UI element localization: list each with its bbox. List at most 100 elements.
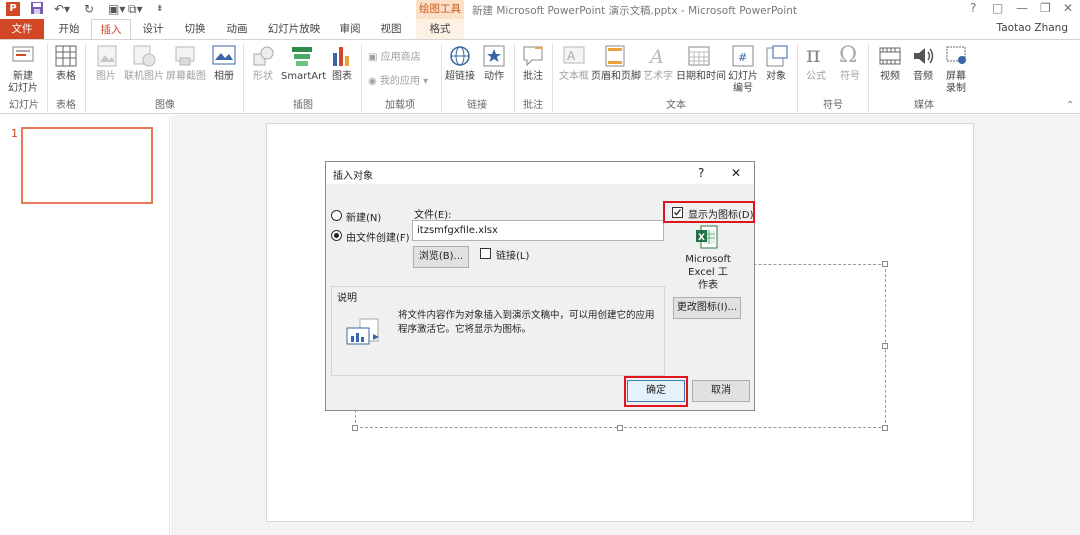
dialog-close-icon[interactable]: ✕ [731,166,741,180]
dialog-title-bar [326,162,754,184]
smartart-button[interactable]: SmartArt [281,71,326,83]
radio-create-new[interactable] [331,210,342,221]
screen-recording-button[interactable]: 屏幕 录制 [942,71,970,95]
resize-handle[interactable] [882,261,888,267]
file-label: 文件(E): [414,210,452,221]
table-icon [55,45,77,70]
group-divider [47,44,48,112]
redo-icon[interactable]: ↻ [84,1,94,17]
user-name[interactable]: Taotao Zhang [997,22,1068,34]
customize-qat-icon[interactable]: ⧉▾ [128,1,143,17]
save-icon[interactable] [30,1,44,17]
change-icon-button[interactable]: 更改图标(I)... [673,297,741,319]
store-button[interactable]: ▣ 应用商店 [368,52,430,64]
group-tables-label: 表格 [56,100,76,111]
ribbon-insert: 新建 幻灯片 幻灯片 表格 表格 图片 联机图片 屏幕截图 相册 图像 形状 S… [0,39,1080,114]
excel-file-icon: X [696,225,718,252]
file-path-input[interactable]: itzsmfgxfile.xlsx [412,220,664,241]
group-illustrations-label: 插图 [293,100,313,111]
resize-handle[interactable] [352,425,358,431]
group-divider [85,44,86,112]
ok-button[interactable]: 确定 [627,380,685,402]
resize-handle[interactable] [882,343,888,349]
textbox-icon: A [563,45,585,70]
collapse-ribbon-icon[interactable]: ⌃ [1066,100,1074,111]
undo-icon[interactable]: ↶▾ [54,1,70,17]
resize-handle[interactable] [617,425,623,431]
picture-button[interactable]: 图片 [92,71,120,83]
link-checkbox[interactable] [480,248,491,259]
online-picture-button[interactable]: 联机图片 [123,71,165,83]
more-icon[interactable]: ⇟ [156,1,164,17]
screenshot-button[interactable]: 屏幕截图 [166,71,206,83]
group-divider [868,44,869,112]
tab-review[interactable]: 审阅 [333,19,367,39]
display-as-icon-checkbox[interactable] [672,207,683,218]
tab-animations[interactable]: 动画 [219,19,255,39]
action-button[interactable]: 动作 [480,71,508,83]
audio-button[interactable]: 音频 [909,71,937,83]
tab-slide-show[interactable]: 幻灯片放映 [262,19,326,39]
object-button[interactable]: 对象 [762,71,790,83]
symbol-icon: Ω [839,43,858,68]
datetime-icon [688,45,710,70]
browse-button[interactable]: 浏览(B)... [413,246,469,268]
new-slide-button[interactable]: 新建 幻灯片 [6,71,40,95]
screen-recording-icon [946,45,968,70]
dialog-help-icon[interactable]: ? [698,166,704,180]
radio-create-from-file-label: 由文件创建(F) [346,233,410,244]
header-footer-button[interactable]: 页眉和页脚 [591,71,641,83]
tab-file[interactable]: 文件 [0,19,44,39]
object-icon [766,45,788,70]
my-apps-button[interactable]: ◉ 我的应用 ▾ [368,76,438,88]
close-window-icon[interactable]: ✕ [1063,1,1073,15]
action-icon [483,45,505,70]
description-text: 将文件内容作为对象插入到演示文稿中，可以用创建它的应用程序激活它。它将显示为图标… [398,310,655,335]
resize-handle[interactable] [882,425,888,431]
new-slide-icon [12,45,34,72]
link-checkbox-label: 链接(L) [496,251,530,262]
chart-button[interactable]: 图表 [328,71,356,83]
icon-caption: Microsoft Excel 工 作表 [685,254,731,291]
help-icon[interactable]: ? [970,1,976,15]
svg-text:A: A [648,46,664,67]
radio-create-from-file[interactable] [331,230,342,241]
slide-number: 1 [11,127,18,140]
display-as-icon-label: 显示为图标(D) [688,210,754,221]
minimize-icon[interactable]: — [1016,1,1028,15]
cancel-button[interactable]: 取消 [692,380,750,402]
tab-design[interactable]: 设计 [135,19,171,39]
hyperlink-button[interactable]: 超链接 [444,71,476,83]
textbox-button[interactable]: 文本框 [558,71,590,83]
comment-icon [522,45,544,70]
comment-button[interactable]: 批注 [518,71,548,83]
group-divider [243,44,244,112]
wordart-icon: A [648,45,668,70]
datetime-button[interactable]: 日期和时间 [676,71,726,83]
equation-button[interactable]: 公式 [802,71,830,83]
ribbon-display-options-icon[interactable]: □ [992,1,1003,15]
wordart-button[interactable]: 艺术字 [642,71,674,83]
tab-format[interactable]: 格式 [416,19,464,39]
tab-insert[interactable]: 插入 [91,19,131,40]
video-button[interactable]: 视频 [876,71,904,83]
from-beginning-icon[interactable]: ▣▾ [108,1,125,17]
group-addins-label: 加载项 [385,100,415,111]
tab-transitions[interactable]: 切换 [177,19,213,39]
hyperlink-icon [449,45,471,70]
photo-album-button[interactable]: 相册 [210,71,238,83]
slide-number-button[interactable]: 幻灯片 编号 [726,71,760,95]
restore-icon[interactable]: ❐ [1040,1,1051,15]
screenshot-icon [174,45,198,70]
slide-thumbnail[interactable] [21,127,153,204]
window-title: 新建 Microsoft PowerPoint 演示文稿.pptx - Micr… [472,5,798,17]
svg-text:#: # [738,51,747,64]
tab-home[interactable]: 开始 [50,19,88,39]
group-comments-label: 批注 [523,100,543,111]
tab-view[interactable]: 视图 [373,19,409,39]
group-divider [514,44,515,112]
symbol-button[interactable]: 符号 [836,71,864,83]
photo-album-icon [212,45,236,70]
table-button[interactable]: 表格 [52,71,80,83]
shapes-button[interactable]: 形状 [249,71,277,83]
